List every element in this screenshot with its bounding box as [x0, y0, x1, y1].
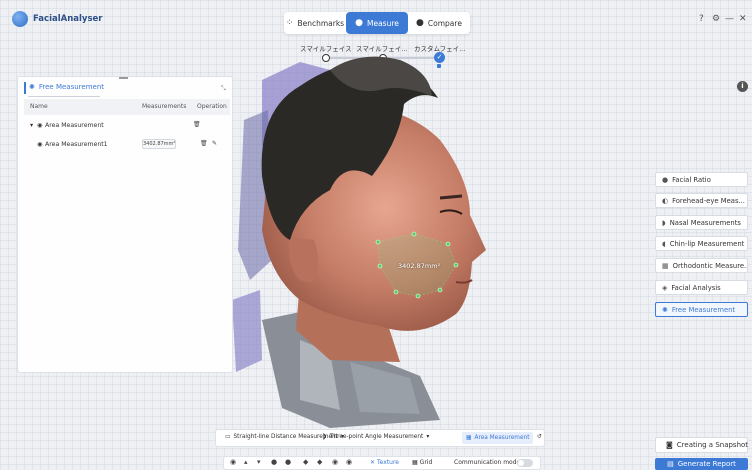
free-measure-icon: ✺: [662, 305, 668, 314]
app-title: FacialAnalyser: [33, 14, 103, 24]
area-measurement-label: 3402.87mm²: [398, 262, 441, 270]
tab-measure-label: Measure: [366, 18, 399, 28]
tab-compare[interactable]: ● Compare: [408, 12, 470, 34]
nasal-measurements-button[interactable]: ◗ Nasal Measurements: [655, 215, 748, 230]
eye-icon[interactable]: ◉: [37, 122, 42, 129]
forehead-icon: ◐: [662, 196, 669, 205]
snapshot-label: Creating a Snapshot: [676, 441, 749, 449]
facial-ratio-button[interactable]: ● Facial Ratio: [655, 172, 748, 187]
column-operation: Operation: [197, 103, 227, 110]
free-measurement-button[interactable]: ✺ Free Measurement: [655, 302, 748, 317]
camera-icon: ◙: [666, 441, 673, 449]
area-icon: ▦: [466, 435, 472, 441]
panel-title-underline: [28, 96, 100, 97]
benchmarks-icon: ⁘: [285, 18, 294, 28]
chin-icon: ◖: [662, 239, 666, 248]
grid-icon: ▦: [412, 459, 418, 466]
help-icon[interactable]: ?: [699, 14, 704, 24]
three-point-angle-tool[interactable]: ❯ Three-point Angle Measurement ▾: [322, 434, 429, 440]
column-name: Name: [30, 103, 48, 110]
profile-left-icon[interactable]: ◉: [332, 458, 338, 466]
mode-tabs: ⁘ Benchmarks ● Measure ● Compare: [284, 12, 470, 34]
delete-item-icon[interactable]: 🗑: [200, 140, 208, 147]
chin-lip-label: Chin-lip Measurement: [669, 239, 745, 248]
profile-right-icon[interactable]: ◉: [346, 458, 352, 466]
forehead-eye-button[interactable]: ◐ Forehead-eye Meas...: [655, 193, 748, 208]
gear-icon[interactable]: ⚙: [712, 14, 720, 24]
edit-item-icon[interactable]: ✎: [212, 140, 217, 147]
report-icon: ▤: [667, 460, 674, 468]
item-eye-icon[interactable]: ◉: [37, 141, 42, 148]
grid-toggle[interactable]: ▦ Grid: [412, 459, 432, 466]
generate-report-button[interactable]: ▤ Generate Report: [655, 458, 748, 470]
collapse-icon[interactable]: ⤡: [221, 85, 226, 93]
tab-benchmarks-label: Benchmarks: [297, 18, 345, 28]
undo-icon[interactable]: ↺: [537, 434, 542, 440]
panel-title-accent: [24, 82, 26, 94]
view-left-icon[interactable]: ●: [271, 458, 277, 466]
minimize-icon[interactable]: —: [725, 14, 734, 24]
app-logo: [12, 11, 28, 27]
expand-chevron-icon[interactable]: ▾: [30, 122, 33, 129]
facial-analysis-label: Facial Analysis: [671, 283, 721, 292]
grid-label: Grid: [419, 459, 433, 466]
close-icon[interactable]: ✕: [739, 14, 747, 24]
ruler-icon: ▭: [225, 434, 231, 440]
communication-mode-label: Communication mode: [454, 459, 521, 466]
panel-drag-handle[interactable]: [119, 77, 128, 79]
orthodontic-label: Orthodontic Measure...: [672, 261, 748, 270]
facial-ratio-label: Facial Ratio: [672, 175, 711, 184]
item-measurement-value: 3402.87mm²: [142, 139, 176, 149]
facial-analysis-button[interactable]: ◈ Facial Analysis: [655, 280, 748, 295]
analysis-icon: ◈: [662, 283, 668, 292]
area-measurement-tool[interactable]: ▦ Area Measurement: [462, 432, 534, 444]
communication-mode-switch[interactable]: [517, 459, 533, 467]
rotate-left-icon[interactable]: ◆: [303, 458, 308, 466]
orthodontic-button[interactable]: ▦ Orthodontic Measure...: [655, 258, 748, 273]
view-up-icon[interactable]: ▴: [244, 458, 248, 466]
chevron-down-icon: ▾: [426, 434, 430, 440]
face-icon: ●: [662, 175, 669, 184]
view-down-icon[interactable]: ▾: [257, 458, 261, 466]
rotate-right-icon[interactable]: ◆: [317, 458, 322, 466]
nasal-measurements-label: Nasal Measurements: [669, 218, 741, 227]
view-right-icon[interactable]: ●: [285, 458, 291, 466]
face-3d-model[interactable]: [232, 40, 492, 430]
texture-toggle[interactable]: ✕ Texture: [370, 459, 399, 466]
orthodontic-icon: ▦: [662, 261, 669, 270]
texture-icon: ✕: [370, 459, 376, 466]
item-area-measurement[interactable]: Area Measurement1: [45, 141, 108, 148]
tab-compare-label: Compare: [427, 18, 462, 28]
free-measure-icon: ✺: [29, 83, 35, 91]
group-area-measurement[interactable]: Area Measurement: [45, 122, 104, 129]
panel-title-text: Free Measurement: [38, 83, 105, 91]
nose-icon: ◗: [662, 218, 666, 227]
angle-icon: ❯: [322, 434, 327, 440]
generate-report-label: Generate Report: [677, 460, 736, 468]
three-point-angle-label: Three-point Angle Measurement: [329, 434, 424, 440]
measure-icon: ●: [355, 18, 363, 28]
column-measurements: Measurements: [142, 103, 187, 110]
view-front-icon[interactable]: ◉: [230, 458, 236, 466]
tab-measure[interactable]: ● Measure: [346, 12, 408, 34]
free-measurement-label: Free Measurement: [671, 305, 736, 314]
panel-title: ✺ Free Measurement: [29, 83, 104, 91]
forehead-eye-label: Forehead-eye Meas...: [672, 196, 745, 205]
area-measurement-tool-label: Area Measurement: [474, 435, 530, 441]
compare-icon: ●: [416, 18, 424, 28]
chin-lip-button[interactable]: ◖ Chin-lip Measurement: [655, 236, 748, 251]
texture-label: Texture: [377, 459, 399, 466]
info-icon[interactable]: i: [737, 81, 748, 92]
snapshot-button[interactable]: ◙ Creating a Snapshot: [655, 437, 748, 453]
delete-group-icon[interactable]: 🗑: [193, 121, 201, 128]
tab-benchmarks[interactable]: ⁘ Benchmarks: [284, 12, 346, 34]
